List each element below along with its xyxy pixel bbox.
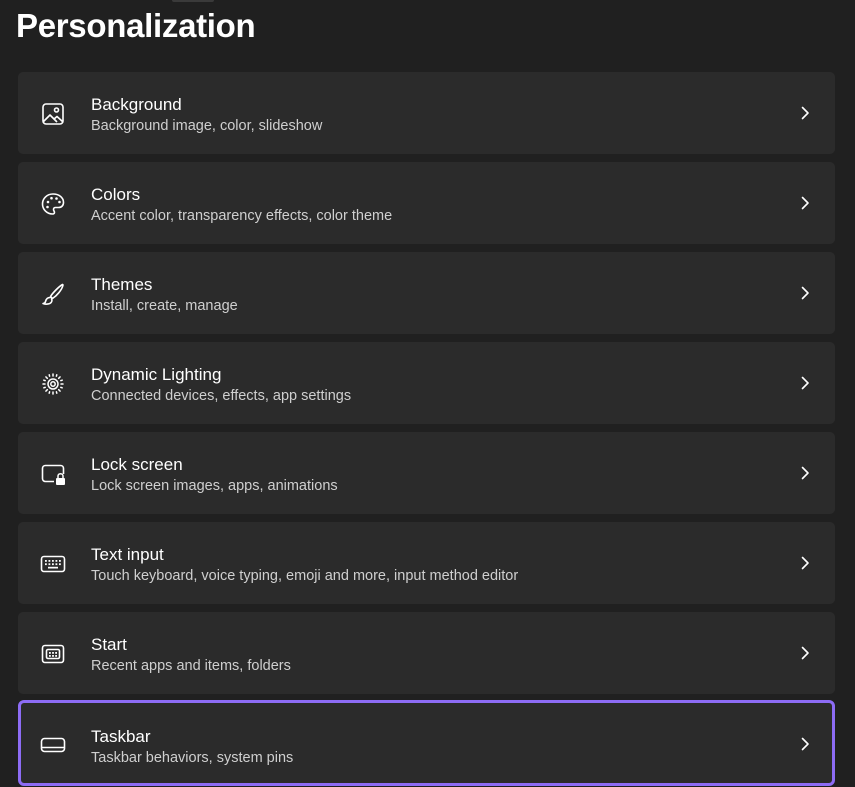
lock-screen-icon: [40, 461, 66, 487]
settings-item-description: Connected devices, effects, app settings: [91, 388, 352, 404]
settings-item-dynamic-lighting[interactable]: Dynamic Lighting Connected devices, effe…: [18, 342, 835, 424]
settings-item-description: Background image, color, slideshow: [91, 118, 323, 134]
settings-item-title: Dynamic Lighting: [91, 365, 222, 384]
settings-item-title: Taskbar: [91, 727, 151, 746]
settings-item-title: Themes: [91, 275, 153, 294]
settings-item-title: Lock screen: [91, 455, 183, 474]
chevron-right-icon: [801, 106, 809, 120]
palette-icon: [40, 191, 66, 217]
window-drag-handle[interactable]: [172, 0, 214, 2]
settings-list: Background Background image, color, slid…: [18, 72, 835, 787]
image-icon: [40, 101, 66, 127]
settings-item-description: Install, create, manage: [91, 298, 238, 314]
settings-item-description: Accent color, transparency effects, colo…: [91, 208, 393, 224]
page-title: Personalization: [16, 7, 256, 44]
settings-item-title: Start: [91, 635, 127, 654]
chevron-right-icon: [801, 646, 809, 660]
taskbar-icon: [40, 732, 66, 758]
settings-item-description: Lock screen images, apps, animations: [91, 478, 338, 494]
settings-item-description: Taskbar behaviors, system pins: [91, 750, 294, 766]
chevron-right-icon: [801, 196, 809, 210]
settings-item-title: Colors: [91, 185, 141, 204]
settings-item-themes[interactable]: Themes Install, create, manage: [18, 252, 835, 334]
chevron-right-icon: [801, 556, 809, 570]
settings-item-background[interactable]: Background Background image, color, slid…: [18, 72, 835, 154]
settings-item-taskbar[interactable]: Taskbar Taskbar behaviors, system pins: [18, 700, 835, 786]
keyboard-icon: [40, 551, 66, 577]
settings-item-colors[interactable]: Colors Accent color, transparency effect…: [18, 162, 835, 244]
settings-page: Personalization Background Background im…: [0, 0, 855, 787]
chevron-right-icon: [801, 376, 809, 390]
settings-item-title: Text input: [91, 545, 164, 564]
settings-item-description: Touch keyboard, voice typing, emoji and …: [91, 568, 519, 584]
start-icon: [40, 641, 66, 667]
chevron-right-icon: [801, 466, 809, 480]
settings-item-start[interactable]: Start Recent apps and items, folders: [18, 612, 835, 694]
chevron-right-icon: [801, 737, 809, 751]
settings-item-title: Background: [91, 95, 182, 114]
chevron-right-icon: [801, 286, 809, 300]
brush-icon: [40, 281, 66, 307]
settings-item-text-input[interactable]: Text input Touch keyboard, voice typing,…: [18, 522, 835, 604]
lighting-icon: [40, 371, 66, 397]
settings-item-description: Recent apps and items, folders: [91, 658, 291, 674]
settings-item-lock-screen[interactable]: Lock screen Lock screen images, apps, an…: [18, 432, 835, 514]
